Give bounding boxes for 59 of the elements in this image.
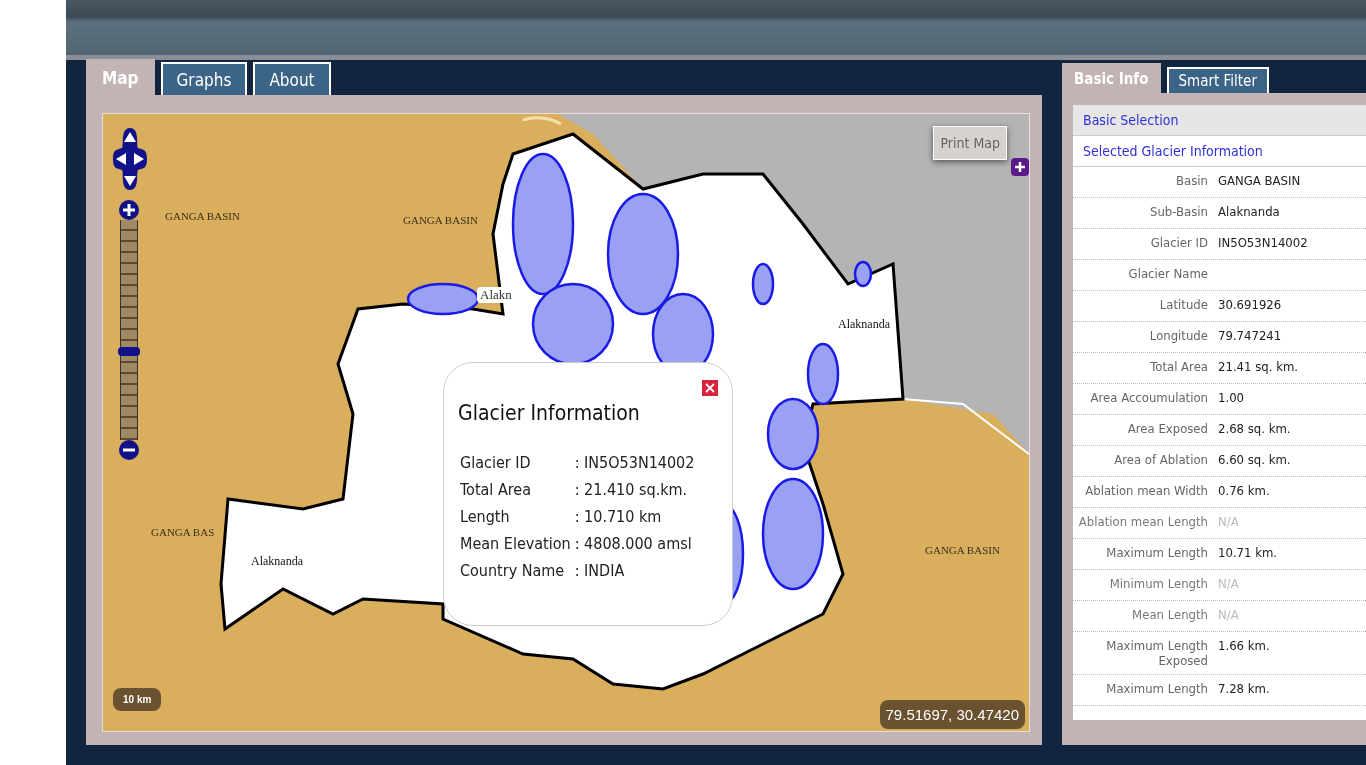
section-header[interactable]: Basic Selection: [1073, 105, 1366, 136]
field-value: 6.60 sq. km.: [1218, 452, 1292, 469]
field-label: Maximum Length Exposed: [1105, 638, 1208, 668]
info-label: Total Area: [460, 480, 532, 499]
tab[interactable]: About: [253, 62, 331, 95]
field-value: N/A: [1218, 607, 1240, 624]
field-label: Glacier Name: [1127, 266, 1208, 283]
field-label: Ablation mean Width: [1084, 483, 1208, 500]
field-label: Glacier ID: [1149, 235, 1208, 252]
field-label: Total Area: [1149, 359, 1208, 376]
field-label: Maximum Length: [1105, 545, 1208, 562]
field-label: Basin: [1175, 173, 1208, 190]
field-value: N/A: [1218, 576, 1240, 593]
map-label: Alaknanda: [838, 317, 890, 332]
info-value: : 10.710 km: [574, 507, 663, 526]
field-label: Mean Length: [1131, 607, 1208, 624]
field-value: 21.41 sq. km.: [1218, 359, 1299, 376]
map-label: Alaknanda: [251, 554, 303, 569]
tab[interactable]: Graphs: [160, 62, 248, 95]
field-label: Ablation mean Length: [1077, 514, 1208, 531]
field-value: GANGA BASIN: [1218, 173, 1302, 190]
info-label: Country Name: [460, 561, 566, 580]
info-label: Mean Elevation: [460, 534, 571, 553]
field-value: 2.68 sq. km.: [1218, 421, 1292, 438]
coordinates-readout: 79.51697, 30.47420: [879, 700, 1025, 729]
field-value: 1.00: [1218, 390, 1246, 407]
map-label: GANGA BAS: [151, 526, 215, 538]
field-value: 10.71 km.: [1218, 545, 1279, 562]
scale-bar: 10 km: [113, 688, 162, 711]
field-label: Minimum Length: [1108, 576, 1208, 593]
field-label: Area Accoumulation: [1089, 390, 1208, 407]
field-label: Sub-Basin: [1149, 204, 1208, 221]
field-label: Area Exposed: [1126, 421, 1208, 438]
field-value: N/A: [1218, 514, 1240, 531]
field-label: Area of Ablation: [1113, 452, 1208, 469]
popup-title: Glacier Information: [458, 401, 641, 425]
field-label: Longitude: [1148, 328, 1208, 345]
map-label: GANGA BASIN: [925, 544, 1000, 556]
field-label: Latitude: [1158, 297, 1208, 314]
field-value: IN5O53N14002: [1218, 235, 1309, 252]
section-header[interactable]: Selected Glacier Information: [1073, 136, 1366, 167]
field-value: 79.747241: [1218, 328, 1283, 345]
info-value: : 21.410 sq.km.: [574, 480, 689, 499]
info-label: Length: [460, 507, 511, 526]
info-value: : IN5O53N14002: [574, 453, 696, 472]
print-map-button[interactable]: Print Map: [933, 126, 1007, 160]
map-label: GANGA BASIN: [165, 210, 240, 222]
tab[interactable]: Smart Filter: [1166, 67, 1269, 93]
field-label: Maximum Length: [1105, 681, 1208, 698]
map-label: GANGA BASIN: [403, 214, 478, 226]
field-value: 30.691926: [1218, 297, 1283, 314]
info-label: Glacier ID: [460, 453, 532, 472]
info-value: : INDIA: [574, 561, 626, 580]
map-label: Alakn: [477, 287, 515, 303]
field-value: 7.28 km.: [1218, 681, 1271, 698]
field-value: Alaknanda: [1218, 204, 1281, 221]
field-value: 0.76 km.: [1218, 483, 1271, 500]
field-value: 1.66 km.: [1218, 638, 1271, 655]
info-value: : 4808.000 amsl: [574, 534, 693, 553]
